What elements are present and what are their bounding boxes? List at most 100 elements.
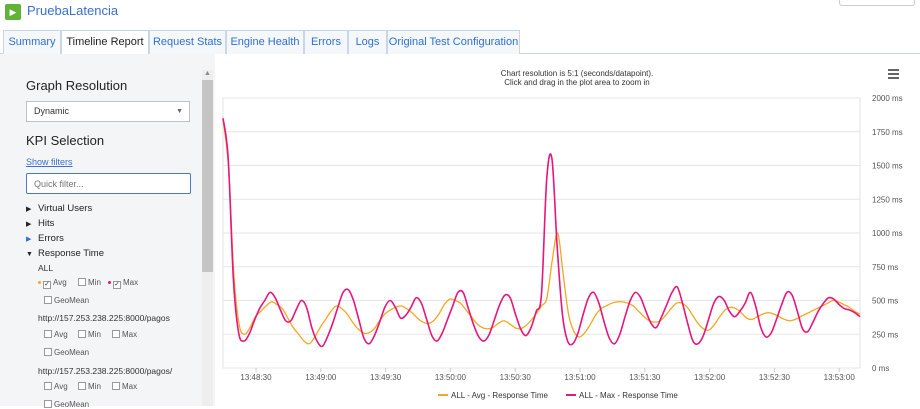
app-title[interactable]: PruebaLatencia — [27, 3, 118, 18]
series-line-max — [222, 118, 861, 348]
x-tick-label: 13:53:00 — [824, 373, 856, 382]
checkbox-label: Min — [88, 330, 101, 339]
tab-original-test-configuration[interactable]: Original Test Configuration — [387, 30, 520, 54]
checkbox-label: GeoMean — [54, 348, 90, 357]
checkbox-label: Max — [122, 382, 138, 391]
y-tick-label: 1750 ms — [872, 128, 903, 137]
tab-summary[interactable]: Summary — [3, 30, 61, 54]
tree-item-virtual-users[interactable]: ▶ Virtual Users — [26, 203, 92, 214]
x-tick-label: 13:52:30 — [759, 373, 791, 382]
caret-right-icon: ▶ — [26, 236, 32, 243]
caret-down-icon: ▼ — [26, 251, 33, 258]
tree-item-errors[interactable]: ▶ Errors — [26, 233, 64, 244]
report-tabs: Summary Timeline Report Request Stats En… — [0, 27, 920, 55]
checkbox-label: Avg — [54, 330, 68, 339]
y-tick-label: 2000 ms — [872, 94, 903, 103]
y-tick-label: 500 ms — [872, 297, 898, 306]
resolution-select[interactable]: Dynamic ▼ — [26, 101, 190, 122]
checkbox-icon[interactable] — [78, 382, 86, 390]
scroll-up-icon[interactable]: ▲ — [204, 70, 211, 77]
graph-resolution-heading: Graph Resolution — [26, 78, 128, 93]
caret-right-icon: ▶ — [26, 206, 32, 213]
tab-engine-health[interactable]: Engine Health — [226, 30, 304, 54]
legend-dot-icon — [108, 281, 111, 284]
x-tick-label: 13:50:00 — [435, 373, 467, 382]
checkbox-label: Max — [122, 330, 138, 339]
kpi-selection-heading: KPI Selection — [26, 133, 105, 148]
y-tick-label: 750 ms — [872, 263, 898, 272]
response-time-chart[interactable]: 0 ms 250 ms 500 ms 750 ms 1000 ms 1250 ms 1500… — [216, 54, 920, 406]
checkbox-checked-icon[interactable]: ✓ — [43, 281, 51, 289]
checkbox-label: Min — [88, 382, 101, 391]
tree-item-hits[interactable]: ▶ Hits — [26, 218, 54, 229]
checkbox-max[interactable]: Max — [112, 382, 137, 391]
caret-right-icon: ▶ — [26, 221, 32, 228]
legend-label: ALL - Max - Response Time — [579, 391, 678, 400]
show-filters-link[interactable]: Show filters — [26, 157, 73, 167]
timeline-chart-panel: Chart resolution is 5:1 (seconds/datapoi… — [216, 54, 920, 406]
checkbox-avg[interactable]: ✓ Avg — [38, 278, 67, 289]
checkbox-min[interactable]: Min — [78, 382, 101, 391]
checkbox-max[interactable]: Max — [112, 330, 137, 339]
checkbox-icon[interactable] — [112, 330, 120, 338]
checkbox-label: GeoMean — [54, 296, 90, 305]
checkbox-icon[interactable] — [44, 296, 52, 304]
x-tick-label: 13:48:30 — [240, 373, 272, 382]
x-tick-label: 13:49:00 — [305, 373, 337, 382]
x-tick-label: 13:49:30 — [370, 373, 402, 382]
x-tick-label: 13:50:30 — [500, 373, 532, 382]
tab-request-stats[interactable]: Request Stats — [149, 30, 226, 54]
checkbox-icon[interactable] — [112, 382, 120, 390]
resolution-value: Dynamic — [34, 106, 70, 116]
quick-filter-input[interactable] — [26, 173, 191, 194]
checkbox-label: Avg — [53, 278, 67, 287]
y-tick-label: 1000 ms — [872, 229, 903, 238]
checkbox-avg[interactable]: Avg — [44, 382, 68, 391]
checkbox-icon[interactable] — [44, 400, 52, 408]
legend-dot-icon — [38, 281, 41, 284]
checkbox-icon[interactable] — [44, 330, 52, 338]
checkbox-geomean[interactable]: GeoMean — [44, 400, 89, 409]
tab-logs[interactable]: Logs — [348, 30, 387, 54]
checkbox-icon[interactable] — [78, 330, 86, 338]
tree-label: Hits — [38, 218, 55, 229]
tree-label: Virtual Users — [38, 203, 93, 214]
tab-errors[interactable]: Errors — [304, 30, 348, 54]
tree-item-response-time[interactable]: ▼ Response Time — [26, 248, 104, 259]
checkbox-icon[interactable] — [78, 278, 86, 286]
checkbox-label: Min — [88, 278, 101, 287]
series-line-avg — [222, 119, 861, 345]
legend-label: ALL - Avg - Response Time — [451, 391, 548, 400]
all-label: ALL — [38, 263, 54, 273]
app-header: ▶ PruebaLatencia — [0, 0, 920, 27]
checkbox-min[interactable]: Min — [78, 330, 101, 339]
corner-button[interactable] — [839, 0, 915, 6]
tree-label: Response Time — [38, 248, 105, 259]
checkbox-checked-icon[interactable]: ✓ — [113, 281, 121, 289]
x-tick-label: 13:51:30 — [629, 373, 661, 382]
tree-label: Errors — [38, 233, 64, 244]
y-tick-label: 250 ms — [872, 330, 898, 339]
app-logo-icon: ▶ — [5, 4, 21, 20]
tab-timeline-report[interactable]: Timeline Report — [61, 30, 149, 55]
chevron-down-icon: ▼ — [176, 108, 183, 115]
y-tick-label: 1500 ms — [872, 162, 903, 171]
checkbox-icon[interactable] — [44, 382, 52, 390]
y-tick-label: 1250 ms — [872, 195, 903, 204]
checkbox-label: GeoMean — [54, 400, 90, 409]
checkbox-max[interactable]: ✓ Max — [108, 278, 138, 289]
checkbox-avg[interactable]: Avg — [44, 330, 68, 339]
checkbox-geomean[interactable]: GeoMean — [44, 296, 89, 305]
url-label: http://157.253.238.225:8000/pagos — [38, 313, 170, 323]
url-label: http://157.253.238.225:8000/pagos/ — [38, 366, 173, 376]
checkbox-label: Max — [123, 278, 139, 287]
checkbox-label: Avg — [54, 382, 68, 391]
checkbox-geomean[interactable]: GeoMean — [44, 348, 89, 357]
sidebar-scrollbar[interactable]: ▲ — [202, 70, 213, 406]
checkbox-min[interactable]: Min — [78, 278, 101, 287]
x-tick-label: 13:52:00 — [694, 373, 726, 382]
y-tick-label: 0 ms — [872, 364, 889, 373]
scrollbar-thumb[interactable] — [202, 80, 213, 272]
checkbox-icon[interactable] — [44, 348, 52, 356]
x-tick-label: 13:51:00 — [564, 373, 596, 382]
